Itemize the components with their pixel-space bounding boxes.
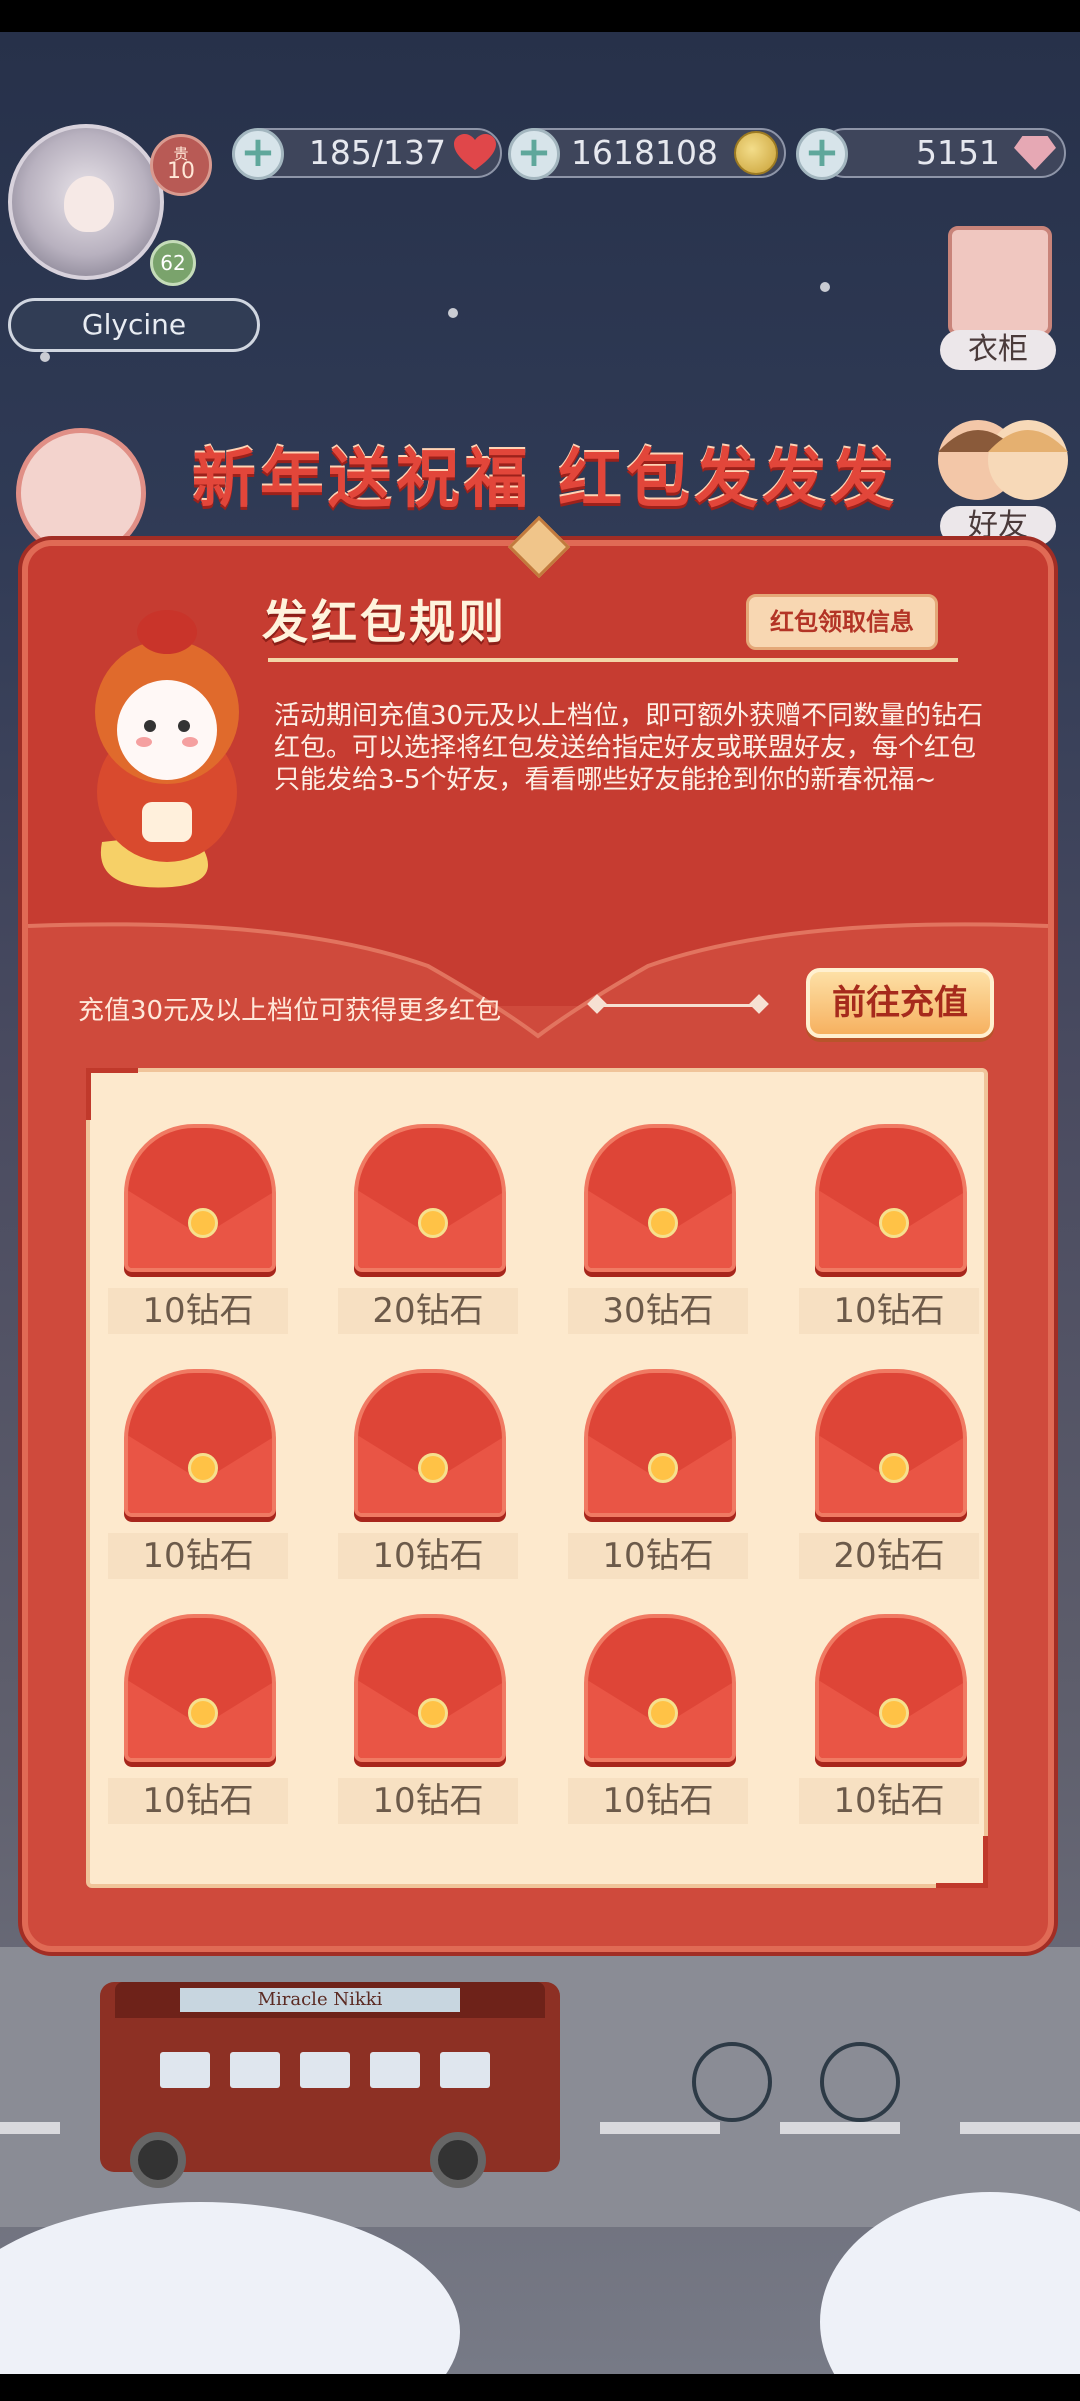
- red-packet[interactable]: 30钻石: [568, 1124, 748, 1334]
- vip-level: 10: [167, 159, 195, 184]
- red-envelope-icon: [124, 1369, 276, 1517]
- wardrobe-icon[interactable]: [948, 226, 1052, 336]
- add-gold-button[interactable]: +: [508, 128, 560, 180]
- stamina-value: 185/137: [308, 133, 446, 172]
- corner-ornament: [936, 1836, 988, 1888]
- heart-icon: [454, 134, 496, 170]
- wardrobe-label[interactable]: 衣柜: [940, 330, 1056, 370]
- seal-icon: [648, 1208, 678, 1238]
- red-envelope-icon: [584, 1369, 736, 1517]
- red-envelope-icon: [815, 1369, 967, 1517]
- navigation-bar: [0, 2374, 1080, 2401]
- red-packet[interactable]: 10钻石: [108, 1614, 288, 1824]
- packet-amount: 20钻石: [799, 1533, 979, 1579]
- seal-icon: [648, 1698, 678, 1728]
- outfit-event-icon[interactable]: [16, 428, 146, 558]
- packet-amount: 20钻石: [338, 1288, 518, 1334]
- add-diamond-button[interactable]: +: [796, 128, 848, 180]
- red-envelope-icon: [354, 1369, 506, 1517]
- player-level-badge: 62: [150, 240, 196, 286]
- packet-amount: 10钻石: [799, 1288, 979, 1334]
- packet-amount: 10钻石: [338, 1533, 518, 1579]
- red-packet[interactable]: 10钻石: [338, 1369, 518, 1579]
- red-envelope-icon: [815, 1614, 967, 1762]
- seal-icon: [188, 1453, 218, 1483]
- bus-sign: Miracle Nikki: [180, 1988, 460, 2012]
- red-envelope-icon: [584, 1614, 736, 1762]
- double-decker-bus: Miracle Nikki: [100, 1982, 560, 2188]
- rules-title: 发红包规则: [262, 595, 507, 649]
- red-packet[interactable]: 10钻石: [108, 1369, 288, 1579]
- title-divider: [268, 658, 958, 662]
- event-banner-title: 新年送祝福 红包发发发: [191, 442, 899, 517]
- seal-icon: [188, 1208, 218, 1238]
- red-packet[interactable]: 10钻石: [108, 1124, 288, 1334]
- seal-icon: [418, 1453, 448, 1483]
- packet-amount: 10钻石: [799, 1778, 979, 1824]
- seal-icon: [418, 1698, 448, 1728]
- add-stamina-button[interactable]: +: [232, 128, 284, 180]
- corner-ornament: [86, 1068, 138, 1120]
- red-envelope-icon: [584, 1124, 736, 1272]
- hint-line: [596, 1004, 766, 1007]
- packet-amount: 10钻石: [108, 1533, 288, 1579]
- packet-amount: 10钻石: [568, 1778, 748, 1824]
- red-packet[interactable]: 10钻石: [338, 1614, 518, 1824]
- red-envelope-icon: [124, 1124, 276, 1272]
- red-envelope-icon: [354, 1614, 506, 1762]
- packet-amount: 10钻石: [108, 1778, 288, 1824]
- seal-icon: [879, 1453, 909, 1483]
- packet-amount: 10钻石: [108, 1288, 288, 1334]
- red-envelope-icon: [815, 1124, 967, 1272]
- packet-amount: 10钻石: [568, 1533, 748, 1579]
- red-packet[interactable]: 20钻石: [338, 1124, 518, 1334]
- red-packet[interactable]: 10钻石: [568, 1614, 748, 1824]
- packet-amount: 10钻石: [338, 1778, 518, 1824]
- recharge-hint: 充值30元及以上档位可获得更多红包: [78, 996, 502, 1026]
- red-envelope-icon: [124, 1614, 276, 1762]
- red-packet[interactable]: 10钻石: [799, 1124, 979, 1334]
- diamond-value: 5151: [916, 133, 1000, 172]
- rules-description: 活动期间充值30元及以上档位，即可额外获赠不同数量的钻石红包。可以选择将红包发送…: [274, 701, 984, 795]
- packet-info-button[interactable]: 红包领取信息: [746, 594, 938, 650]
- vip-badge[interactable]: 贵 10: [150, 134, 212, 196]
- seal-icon: [418, 1208, 448, 1238]
- red-packet[interactable]: 20钻石: [799, 1369, 979, 1579]
- coin-icon: [734, 131, 778, 175]
- mascot-character: [95, 610, 239, 888]
- seal-icon: [879, 1208, 909, 1238]
- go-recharge-button[interactable]: 前往充值: [806, 968, 994, 1038]
- status-bar: [0, 0, 1080, 32]
- player-avatar[interactable]: [8, 124, 164, 280]
- red-packet[interactable]: 10钻石: [568, 1369, 748, 1579]
- seal-icon: [879, 1698, 909, 1728]
- gold-value: 1618108: [571, 133, 718, 172]
- player-name[interactable]: Glycine: [8, 298, 260, 352]
- red-packet[interactable]: 10钻石: [799, 1614, 979, 1824]
- seal-icon: [188, 1698, 218, 1728]
- packet-amount: 30钻石: [568, 1288, 748, 1334]
- seal-icon: [648, 1453, 678, 1483]
- red-envelope-icon: [354, 1124, 506, 1272]
